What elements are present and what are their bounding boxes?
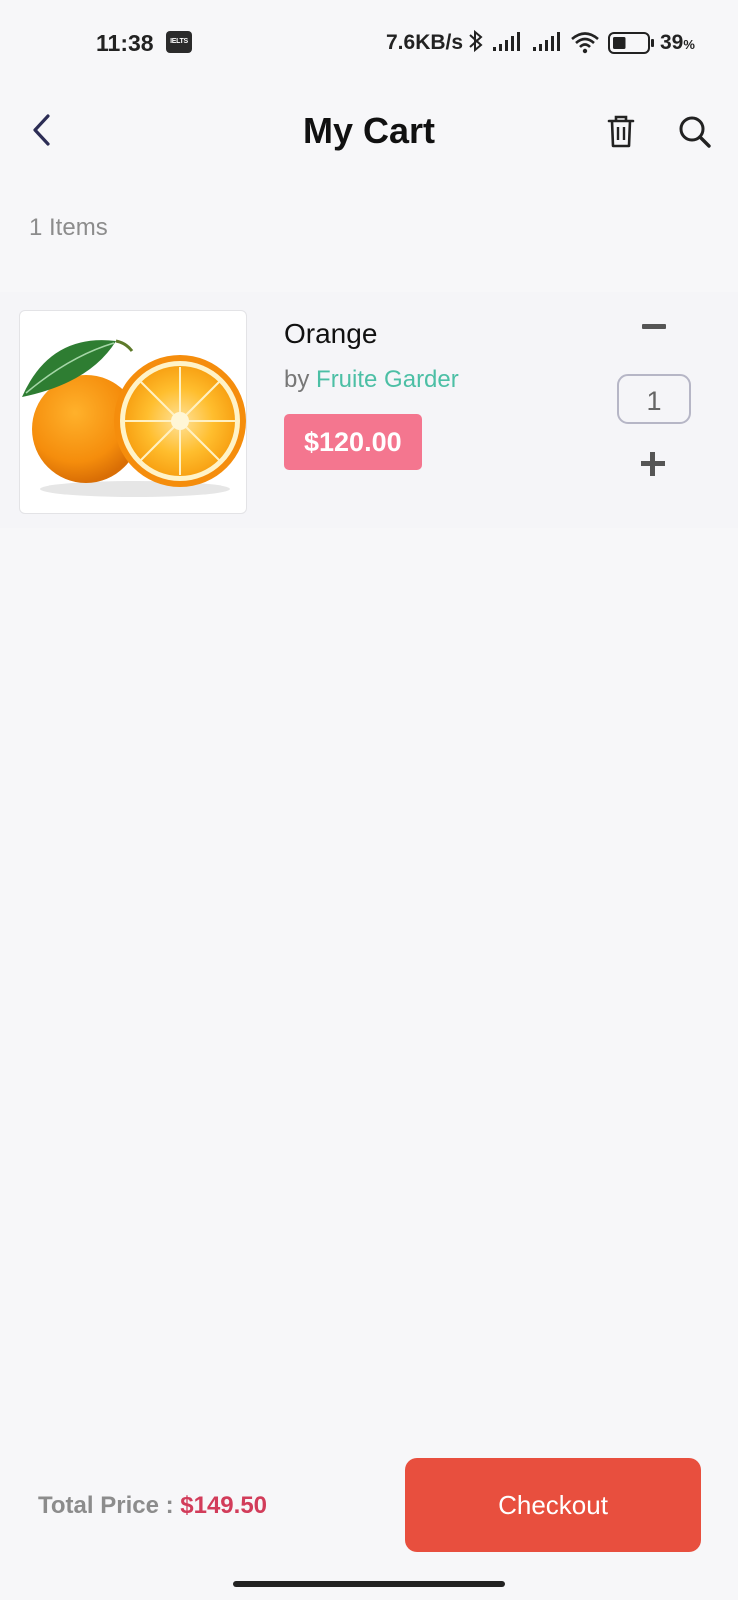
trash-icon [607,115,635,148]
increase-quantity-button[interactable] [640,451,666,477]
items-count: 1 Items [29,214,108,241]
signal-icon [493,32,520,51]
total-price-value: $149.50 [180,1492,268,1519]
battery-icon [608,32,654,54]
signal-icon [533,32,560,51]
search-button[interactable] [675,112,715,152]
wifi-icon [571,32,599,54]
status-time: 11:38 [96,30,154,56]
item-name: Orange [284,318,378,349]
clear-cart-button[interactable] [603,112,639,152]
total-price-label: Total Price : [38,1492,174,1519]
item-vendor: by Fruite Garder [284,366,459,394]
item-price: $120.00 [284,414,422,470]
product-image [19,310,247,514]
vendor-prefix: by [284,366,310,393]
vendor-name-link[interactable]: Fruite Garder [316,366,459,393]
battery-percent: 39% [660,31,695,54]
checkout-button[interactable]: Checkout [405,1458,701,1552]
total-price: Total Price : $149.50 [38,1492,267,1520]
home-indicator[interactable] [233,1581,505,1587]
status-bar: 11:38 IELTS 7.6KB/s 39% [0,0,738,86]
ielts-app-icon: IELTS [166,31,192,53]
network-speed: 7.6KB/s [386,31,464,54]
decrease-quantity-button[interactable] [640,320,666,334]
quantity-field[interactable]: 1 [617,374,691,424]
search-icon [679,116,711,148]
bluetooth-icon [469,29,483,53]
